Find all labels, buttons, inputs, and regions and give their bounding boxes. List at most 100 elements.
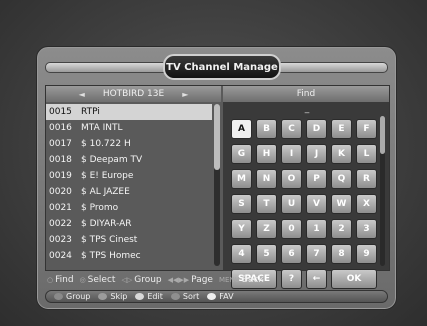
window-title: TV Channel Manage (163, 54, 281, 80)
key-g[interactable]: G (231, 144, 252, 164)
key-m[interactable]: M (231, 169, 252, 189)
key-t[interactable]: T (256, 194, 277, 214)
color-button-skip[interactable]: Skip (98, 292, 127, 301)
key-u[interactable]: U (281, 194, 302, 214)
remote-key-icon: ◎ (79, 276, 86, 284)
key-s[interactable]: S (231, 194, 252, 214)
key-9[interactable]: 9 (356, 244, 377, 264)
color-button-label: Edit (147, 292, 163, 301)
key-8[interactable]: 8 (331, 244, 352, 264)
help-item: ◁▷ Group (121, 275, 161, 285)
key-l[interactable]: L (356, 144, 377, 164)
help-label: Group (134, 275, 162, 285)
channel-name: $ 10.722 H (81, 139, 131, 149)
channel-scrollbar-thumb[interactable] (214, 104, 220, 170)
help-item: ◀◀▶▶ Page (168, 275, 213, 285)
key-d[interactable]: D (306, 119, 327, 139)
channel-row[interactable]: 0017 $ 10.722 H (46, 136, 212, 152)
key-q[interactable]: Q (331, 169, 352, 189)
key-2[interactable]: 2 (331, 219, 352, 239)
key-i[interactable]: I (281, 144, 302, 164)
key-0[interactable]: 0 (281, 219, 302, 239)
channel-scrollbar[interactable] (214, 104, 220, 266)
find-input[interactable]: _ (259, 104, 355, 116)
channel-number: 0023 (49, 235, 72, 245)
main-panel: ◄ HOTBIRD 13E ► 0015 RTPi 0016 MTA INTL 0017… (45, 85, 390, 289)
channel-row[interactable]: 0019 $ E! Europe (46, 168, 212, 184)
channel-name: $ Promo (81, 203, 119, 213)
channel-number: 0024 (49, 251, 72, 261)
key-o[interactable]: O (281, 169, 302, 189)
help-item: ◎ Select (80, 275, 116, 285)
channel-number: 0015 (49, 107, 72, 117)
channel-row[interactable]: 0022 $ DIYAR-AR (46, 216, 212, 232)
channel-row[interactable]: 0016 MTA INTL (46, 120, 212, 136)
arrow-left-icon[interactable]: ◄ (79, 90, 85, 99)
find-header: Find (223, 86, 389, 102)
channel-row[interactable]: 0024 $ TPS Homec (46, 248, 212, 264)
channel-name: $ Deepam TV (81, 155, 143, 165)
key-f[interactable]: F (356, 119, 377, 139)
channel-list: 0015 RTPi 0016 MTA INTL 0017 $ 10.722 H 0018 $ … (46, 104, 212, 264)
color-dot-icon (98, 293, 108, 300)
channel-number: 0016 (49, 123, 72, 133)
key-1[interactable]: 1 (306, 219, 327, 239)
key-a[interactable]: A (231, 119, 252, 139)
color-dot-icon (207, 293, 217, 300)
channel-name: $ AL JAZEE (81, 187, 130, 197)
key-b[interactable]: B (256, 119, 277, 139)
satellite-name: HOTBIRD 13E (102, 89, 165, 99)
color-button-bar: Group Skip Edit Sort FAV (45, 290, 388, 303)
channel-row[interactable]: 0018 $ Deepam TV (46, 152, 212, 168)
help-item: MENU Back (219, 275, 264, 285)
key-y[interactable]: Y (231, 219, 252, 239)
onscreen-keyboard: A B C D E F G H I J K L M N O P Q R S T U V W X Y Z 0 1 2 3 4 5 6 7 8 9 SPAC… (231, 119, 381, 289)
channel-number: 0018 (49, 155, 72, 165)
key-e[interactable]: E (331, 119, 352, 139)
channel-name: $ TPS Homec (81, 251, 141, 261)
color-button-label: Group (66, 292, 91, 301)
keyboard-scrollbar[interactable] (380, 116, 385, 266)
title-area: TV Channel Manage (45, 53, 388, 80)
remote-key-icon: ◀◀▶▶ (167, 276, 190, 284)
satellite-selector[interactable]: ◄ HOTBIRD 13E ► (46, 86, 221, 102)
color-button-fav[interactable]: FAV (207, 292, 234, 301)
channel-row[interactable]: 0023 $ TPS Cinest (46, 232, 212, 248)
channel-name: $ TPS Cinest (81, 235, 138, 245)
key-k[interactable]: K (331, 144, 352, 164)
key-5[interactable]: 5 (256, 244, 277, 264)
key-r[interactable]: R (356, 169, 377, 189)
channel-row[interactable]: 0020 $ AL JAZEE (46, 184, 212, 200)
find-panel: Find _ ABCDEF GHIJKL MNOPQR STUVWX YZ0123 456… (223, 86, 389, 289)
help-label: Select (87, 275, 116, 285)
color-button-edit[interactable]: Edit (135, 292, 163, 301)
key-n[interactable]: N (256, 169, 277, 189)
color-dot-icon (170, 293, 180, 300)
color-button-sort[interactable]: Sort (170, 292, 199, 301)
key-j[interactable]: J (306, 144, 327, 164)
key-3[interactable]: 3 (356, 219, 377, 239)
remote-key-icon: ○ (47, 276, 54, 284)
key-c[interactable]: C (281, 119, 302, 139)
key-z[interactable]: Z (256, 219, 277, 239)
key-6[interactable]: 6 (281, 244, 302, 264)
keyboard-scrollbar-thumb[interactable] (380, 116, 385, 154)
key-x[interactable]: X (356, 194, 377, 214)
color-button-label: FAV (219, 292, 234, 301)
channel-number: 0017 (49, 139, 72, 149)
key-w[interactable]: W (331, 194, 352, 214)
key-7[interactable]: 7 (306, 244, 327, 264)
key-v[interactable]: V (306, 194, 327, 214)
channel-number: 0021 (49, 203, 72, 213)
key-p[interactable]: P (306, 169, 327, 189)
key-4[interactable]: 4 (231, 244, 252, 264)
channel-number: 0020 (49, 187, 72, 197)
channel-name: MTA INTL (81, 123, 123, 133)
arrow-right-icon[interactable]: ► (182, 90, 188, 99)
channel-row[interactable]: 0021 $ Promo (46, 200, 212, 216)
color-button-group[interactable]: Group (54, 292, 90, 301)
key-h[interactable]: H (256, 144, 277, 164)
tv-screen: TV Channel Manage ◄ HOTBIRD 13E ► 0015 RT… (0, 0, 427, 326)
help-label: Find (55, 275, 74, 285)
channel-row[interactable]: 0015 RTPi (46, 104, 212, 120)
